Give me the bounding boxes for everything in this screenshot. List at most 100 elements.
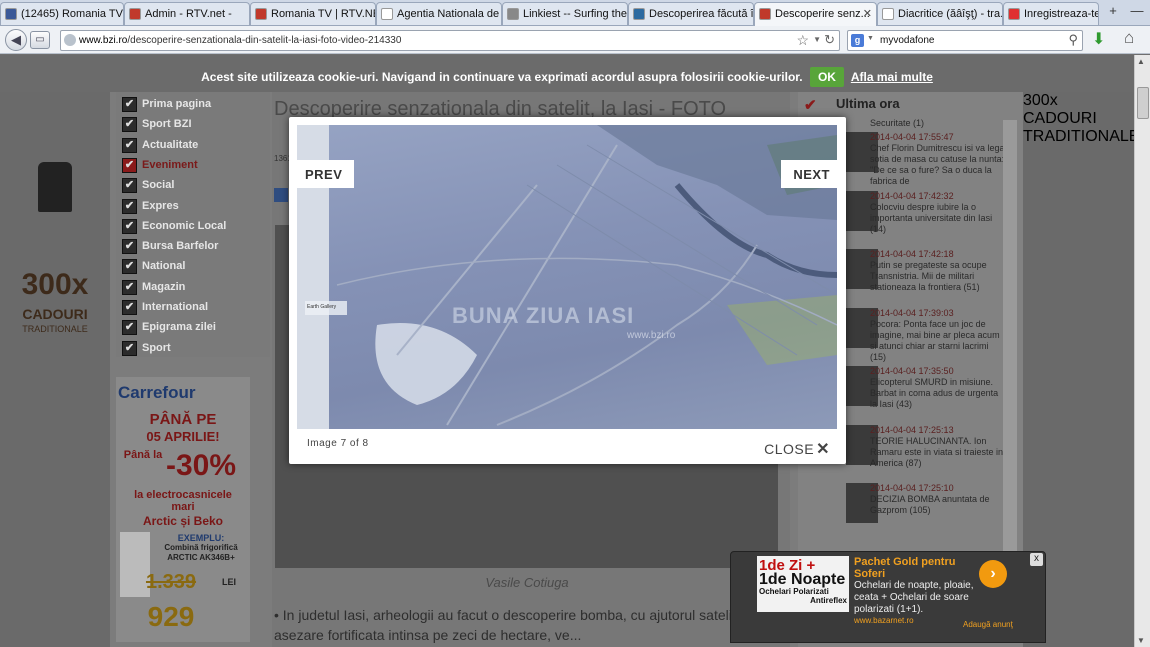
ad-example: EXEMPLU: [177,533,225,543]
menu-item[interactable]: ✔ Bursa Barfelor [120,236,218,256]
news-title[interactable]: Pocora: Ponta face un joc de imagine, ma… [870,319,1005,363]
menu-item-label: Social [142,179,175,192]
news-title[interactable]: Securitate (1) [870,118,1005,129]
dropdown-icon[interactable]: ▼ [813,35,821,44]
menu-item[interactable]: ✔ International [120,297,208,317]
facebook-icon[interactable] [274,188,288,202]
navigation-bar: ◀ ▭ www.bzi.ro/descoperire-senzationala-… [0,26,1150,54]
currency-label: LEI [221,577,236,587]
news-title[interactable]: Putin se pregateste sa ocupe Transnistri… [870,260,1005,293]
news-time: 2014-04-04 17:35:50 [870,366,954,376]
search-input[interactable]: myvodafone [880,35,934,46]
menu-item[interactable]: ✔ Epigrama zilei [120,317,216,337]
cookie-ok-button[interactable]: OK [809,67,844,87]
page-scrollbar[interactable]: ▲ ▼ [1134,55,1150,647]
side-ad-sub2: TRADITIONALE [22,324,88,334]
engine-dropdown-icon[interactable]: ▼ [867,35,874,42]
close-label: CLOSE [764,441,815,457]
news-title[interactable]: Elicopterul SMURD in misiune. Barbat in … [870,377,1005,410]
menu-item[interactable]: ✔ National [120,256,185,276]
news-title[interactable]: TEORIE HALUCINANTA. Ion Ramaru este in v… [870,436,1005,469]
tab-1[interactable]: Admin - RTV.net - [124,2,250,25]
check-red-icon: ✔ [804,97,817,114]
tab-label: (12465) Romania TV ... [21,8,124,20]
new-tab-button[interactable]: + [1102,3,1124,18]
ad-logo-line2: 1de Noapte [759,571,846,588]
news-time: 2014-04-04 17:25:10 [870,483,954,493]
tab-2[interactable]: Romania TV | RTV.NE... [250,2,376,25]
menu-item[interactable]: ✔ Social [120,175,174,195]
tab-label: Diacritice (ăâîşţ) - tra... [898,8,1003,20]
tab-7[interactable]: Diacritice (ăâîşţ) - tra... [877,2,1003,25]
tab-8[interactable]: Inregistreaza-te in M... [1003,2,1099,25]
close-tab-icon[interactable]: ✕ [863,7,872,20]
ad-add-link[interactable]: Adaugă anunţ [963,620,1013,629]
menu-item-label: Magazin [142,280,186,293]
menu-item[interactable]: ✔ Sport [120,338,171,358]
bookmark-star-icon[interactable]: ☆ [796,32,809,49]
ad-example-3: ARCTIC AK346B+ [167,553,235,562]
menu-item[interactable]: ✔ Sport BZI [120,114,192,134]
download-icon[interactable]: ⬇ [1092,29,1105,49]
tab-favicon-icon [882,8,894,20]
minimize-button[interactable]: — [1126,3,1148,18]
lightbox-close-button[interactable]: CLOSE ✕ [764,439,830,459]
news-title[interactable]: Colocviu despre iubire la o importanta u… [870,202,1005,235]
ad-close-button[interactable]: x [1030,553,1043,566]
menu-item[interactable]: ✔ Actualitate [120,135,198,155]
watermark: BUNA ZIUA IASI [452,303,635,328]
tab-favicon-icon [381,8,393,20]
tab-5[interactable]: Descoperirea făcută î... [628,2,754,25]
tab-label: Admin - RTV.net - [145,8,232,20]
tab-favicon-icon [129,8,141,20]
ad-arrow-icon[interactable]: › [979,560,1007,588]
close-icon: ✕ [816,441,830,458]
scroll-down-icon[interactable]: ▼ [1137,636,1145,645]
tab-label: Inregistreaza-te in M... [1024,8,1099,20]
lightbox-prev-button[interactable]: PREV [293,160,355,188]
lightbox-next-button[interactable]: NEXT [781,160,842,188]
menu-item[interactable]: ✔ Eveniment [120,155,198,175]
menu-item[interactable]: ✔ Economic Local [120,216,226,236]
news-item[interactable]: 2014-04-04 17:25:10 DECIZIA BOMBA anuntat… [806,483,1011,543]
menu-item-label: Bursa Barfelor [142,240,219,253]
tab-4[interactable]: Linkiest -- Surfing the... [502,2,628,25]
ad-logo-line3: Ochelari Polarizati [759,587,829,596]
search-icon[interactable]: ⚲ [1068,32,1078,48]
left-side-ad[interactable]: 300x CADOURI TRADITIONALE [0,92,110,647]
menu-item[interactable]: ✔ Prima pagina [120,94,211,114]
check-icon: ✔ [122,340,137,356]
check-icon: ✔ [122,117,137,133]
article-body: • In judetul Iasi, arheologii au facut o… [274,607,778,643]
ad-description: Ochelari de noapte, ploaie, ceata + Oche… [854,580,974,615]
ad-title[interactable]: Pachet Gold pentru Soferi [854,556,984,580]
popup-ad[interactable]: 1de Zi + 1de Noapte Ochelari Polarizati … [730,551,1046,643]
check-icon: ✔ [122,239,137,255]
ad-url[interactable]: www.bazarnet.ro [854,616,914,625]
carrefour-ad[interactable]: Carrefour PÂNĂ PE 05 APRILIE! Până la -3… [116,377,250,642]
search-bar[interactable]: g ▼ myvodafone ⚲ [847,30,1083,51]
tab-favicon-icon [255,8,267,20]
news-title[interactable]: Chef Florin Dumitrescu isi va lega sotia… [870,143,1005,187]
tab-3[interactable]: Agentia Nationala de ... [376,2,502,25]
menu-item[interactable]: ✔ Magazin [120,277,185,297]
lightbox-image: Earth Gallery BUNA ZIUA IASI www.bzi.ro [297,125,837,429]
latest-news-heading: Ultima ora [836,96,900,111]
back-button[interactable]: ◀ [5,29,27,51]
menu-item[interactable]: ✔ Expres [120,196,179,216]
tab-0[interactable]: (12465) Romania TV ... [0,2,124,25]
news-time: 2014-04-04 17:39:03 [870,307,954,318]
news-title[interactable]: DECIZIA BOMBA anuntata de Gazprom (105) [870,494,1005,516]
tab-6[interactable]: Descoperire senz... ✕ [754,2,877,26]
cookie-more-link[interactable]: Afla mai multe [851,70,933,84]
reload-icon[interactable]: ↻ [824,32,835,48]
ad-line-7: Arctic și Beko [142,514,224,528]
ad-logo-line4: Antireflex [810,596,847,605]
home-icon[interactable]: ⌂ [1124,28,1134,48]
right-ad-sub2: TRADITIONALE [1023,128,1134,145]
forward-button[interactable]: ▭ [30,31,50,49]
scrollbar-thumb[interactable] [1137,87,1149,119]
ad-logo: 1de Zi + 1de Noapte Ochelari Polarizati … [757,556,849,612]
address-bar[interactable]: www.bzi.ro/descoperire-senzationala-din-… [60,30,840,51]
scroll-up-icon[interactable]: ▲ [1137,57,1145,66]
